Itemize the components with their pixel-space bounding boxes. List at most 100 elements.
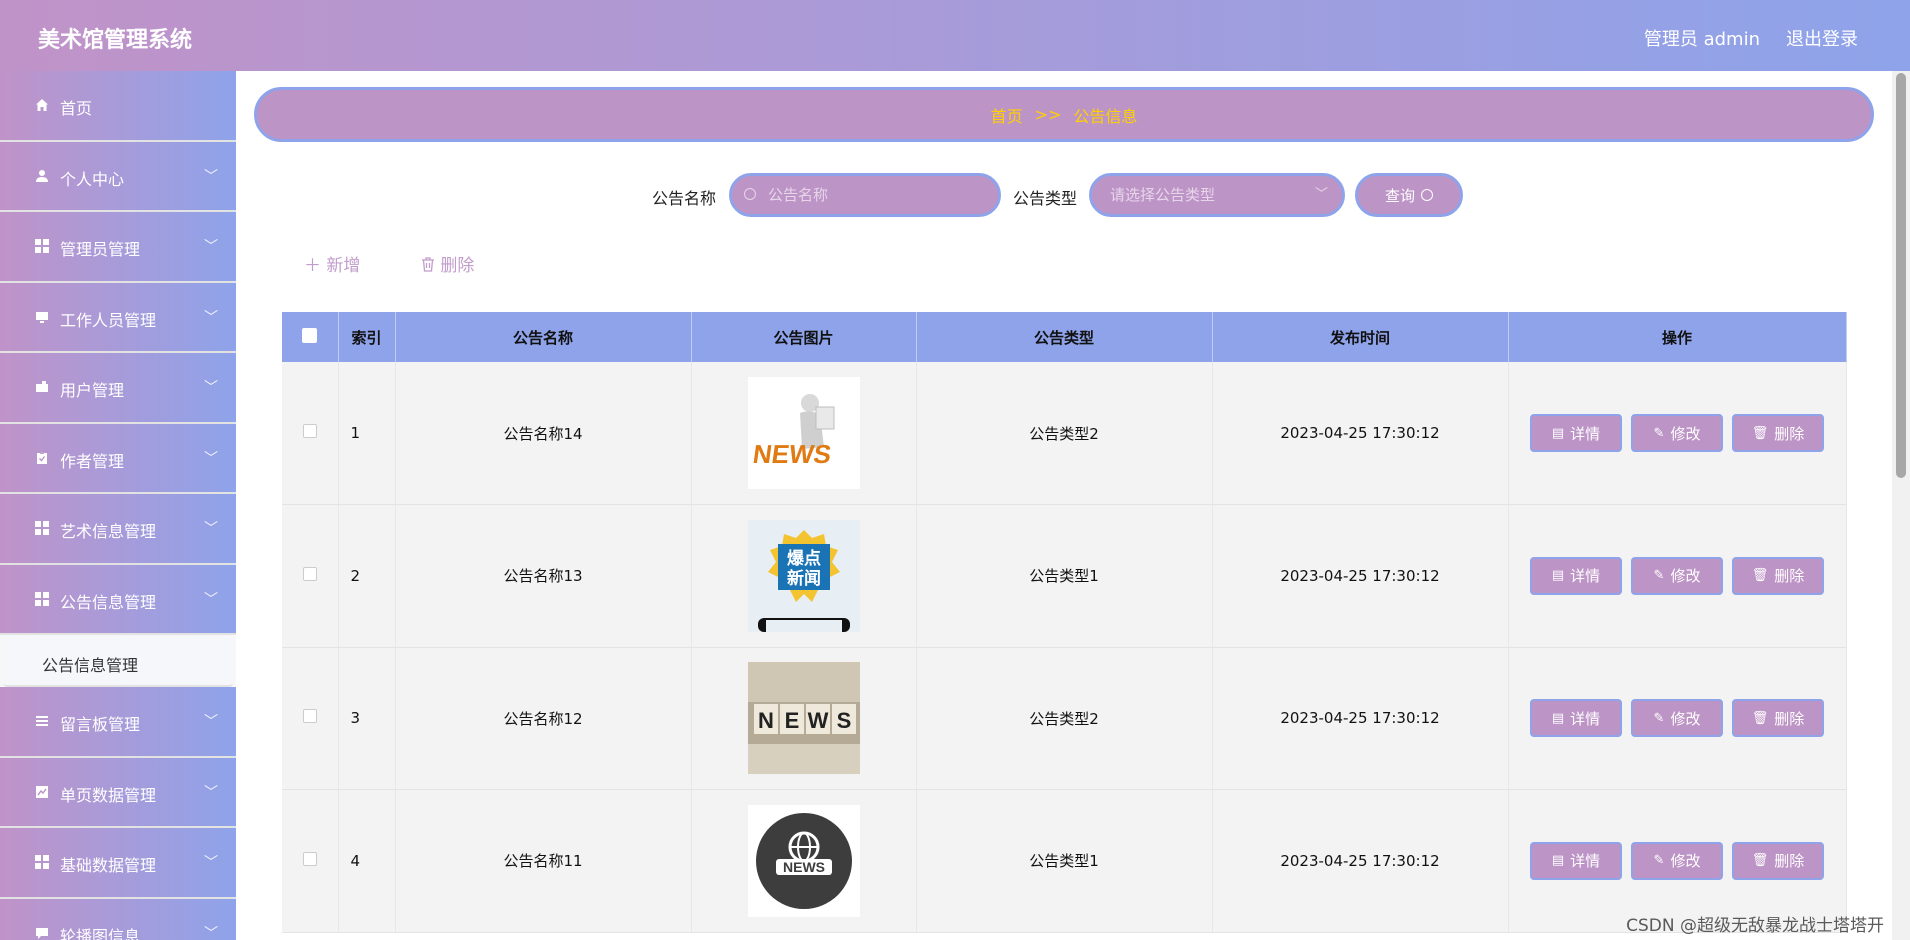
column-header-index: 索引: [338, 312, 396, 362]
row-publish-time: 2023-04-25 17:30:12: [1212, 647, 1509, 790]
svg-text:E: E: [784, 708, 799, 733]
row-notice-type: 公告类型1: [916, 504, 1213, 648]
grid-icon: [34, 591, 50, 607]
detail-button[interactable]: ▤ 详情: [1530, 841, 1622, 880]
row-notice-type: 公告类型2: [916, 362, 1213, 505]
notice-image-news-figure[interactable]: NEWS: [747, 377, 860, 489]
row-publish-time: 2023-04-25 17:30:12: [1212, 504, 1509, 648]
add-button[interactable]: ＋ 新增: [304, 251, 360, 276]
breadcrumb-home-link[interactable]: 首页: [991, 103, 1023, 127]
edit-button-label: 修改: [1670, 567, 1701, 586]
delete-button-label: 删除: [1774, 424, 1805, 443]
svg-text:NEWS: NEWS: [751, 439, 833, 469]
sidebar-item-art-info[interactable]: 艺术信息管理 ﹀: [0, 494, 236, 565]
delete-button[interactable]: 🗑 删除: [1732, 699, 1824, 738]
sidebar-subitem-notice-manage[interactable]: 公告信息管理: [3, 635, 233, 687]
edit-button[interactable]: ✎ 修改: [1631, 699, 1723, 738]
pencil-icon: ✎: [1653, 425, 1665, 441]
notice-image-news-globe[interactable]: NEWS: [747, 804, 860, 917]
delete-button[interactable]: 🗑 删除: [1732, 414, 1824, 452]
sidebar-item-label: 工作人员管理: [60, 310, 157, 330]
column-header-type: 公告类型: [916, 312, 1213, 362]
logout-link[interactable]: 退出登录: [1786, 25, 1858, 51]
bulk-delete-label: 删除: [440, 256, 475, 276]
trash-icon: 🗑: [1751, 710, 1769, 726]
chart-icon: [34, 784, 50, 800]
grid-icon: [34, 520, 50, 536]
bulk-delete-button[interactable]: 删除: [421, 251, 474, 276]
notice-type-select[interactable]: 请选择公告类型 ﹀: [1089, 173, 1345, 217]
column-header-time: 发布时间: [1212, 312, 1509, 362]
notice-name-input[interactable]: 公告名称: [729, 173, 1001, 217]
notice-name-placeholder: 公告名称: [768, 186, 829, 204]
sidebar-item-staff[interactable]: 工作人员管理 ﹀: [0, 282, 236, 353]
trash-icon: 🗑: [1751, 853, 1769, 869]
row-notice-type: 公告类型1: [916, 789, 1213, 933]
clipboard-icon: [34, 450, 50, 466]
row-checkbox[interactable]: [302, 424, 317, 438]
query-button-label: 查询: [1384, 186, 1415, 205]
chevron-down-icon: ﹀: [204, 714, 218, 730]
trash-icon: [422, 257, 434, 272]
select-all-checkbox[interactable]: [302, 327, 318, 343]
sidebar-item-users[interactable]: 用户管理 ﹀: [0, 353, 236, 424]
delete-button[interactable]: 🗑 删除: [1732, 841, 1824, 880]
sidebar-item-messages[interactable]: 留言板管理 ﹀: [0, 687, 236, 758]
sidebar-item-label: 基础数据管理: [60, 856, 157, 875]
edit-button[interactable]: ✎ 修改: [1631, 556, 1723, 595]
trash-icon: 🗑: [1751, 425, 1769, 441]
search-bar: 公告名称 公告名称 公告类型 请选择公告类型 ﹀ 查询: [236, 171, 1892, 217]
row-publish-time: 2023-04-25 17:30:12: [1212, 362, 1509, 505]
chevron-down-icon: ﹀: [1314, 187, 1328, 202]
sidebar-item-label: 作者管理: [60, 451, 125, 471]
detail-button[interactable]: ▤ 详情: [1530, 556, 1622, 595]
sidebar-item-profile[interactable]: 个人中心 ﹀: [0, 141, 236, 212]
sidebar-item-admins[interactable]: 管理员管理 ﹀: [0, 212, 236, 283]
sidebar-item-carousel[interactable]: 轮播图信息 ﹀: [0, 898, 236, 940]
breadcrumb: 首页 >> 公告信息: [254, 87, 1874, 142]
sidebar: 首页 个人中心 ﹀ 管理员管理 ﹀ 工作人员管理 ﹀ 用户管理 ﹀ 作者管理 ﹀…: [0, 71, 236, 940]
document-icon: ▤: [1551, 710, 1565, 726]
sidebar-subitem-label: 公告信息管理: [42, 656, 139, 675]
row-checkbox[interactable]: [302, 851, 317, 866]
detail-button[interactable]: ▤ 详情: [1530, 699, 1622, 738]
table-row: 4 公告名称11 NEWS 公告类型1 2023-04-25 17:30:12 …: [282, 789, 1847, 933]
row-checkbox[interactable]: [302, 566, 317, 581]
sidebar-item-single-page[interactable]: 单页数据管理 ﹀: [0, 757, 236, 828]
sidebar-item-label: 用户管理: [60, 381, 125, 400]
notice-image-news-blocks[interactable]: N E W S: [747, 662, 860, 775]
detail-button-label: 详情: [1570, 709, 1601, 728]
chevron-up-icon: ﹀: [204, 591, 218, 608]
sidebar-item-basic-data[interactable]: 基础数据管理 ﹀: [0, 828, 236, 899]
breadcrumb-separator: >>: [1034, 105, 1062, 124]
sidebar-item-home[interactable]: 首页: [0, 71, 236, 142]
edit-button[interactable]: ✎ 修改: [1631, 841, 1723, 880]
document-icon: ▤: [1551, 568, 1565, 584]
row-checkbox[interactable]: [302, 709, 317, 724]
row-notice-type: 公告类型2: [916, 647, 1213, 790]
pencil-icon: ✎: [1653, 853, 1665, 869]
delete-button-label: 删除: [1774, 567, 1805, 586]
row-notice-name: 公告名称13: [395, 504, 692, 648]
sidebar-item-notice[interactable]: 公告信息管理 ﹀: [0, 564, 236, 635]
delete-button[interactable]: 🗑 删除: [1732, 556, 1824, 595]
select-all-header[interactable]: [282, 312, 339, 362]
query-button[interactable]: 查询: [1355, 173, 1463, 217]
top-header: 美术馆管理系统 管理员 admin 退出登录: [0, 0, 1910, 71]
detail-button-label: 详情: [1570, 567, 1601, 586]
sidebar-item-label: 公告信息管理: [60, 592, 157, 612]
sidebar-item-authors[interactable]: 作者管理 ﹀: [0, 423, 236, 494]
chevron-down-icon: ﹀: [204, 855, 218, 871]
breadcrumb-current: 公告信息: [1073, 106, 1138, 126]
row-notice-name: 公告名称11: [395, 789, 692, 933]
document-icon: ▤: [1551, 425, 1565, 441]
row-index: 3: [338, 647, 396, 790]
sidebar-item-label: 单页数据管理: [60, 785, 157, 805]
scrollbar-thumb[interactable]: [1896, 73, 1906, 478]
search-icon: [744, 188, 756, 200]
edit-button[interactable]: ✎ 修改: [1631, 414, 1723, 452]
detail-button[interactable]: ▤ 详情: [1530, 414, 1622, 452]
chat-icon: [34, 925, 50, 940]
notice-image-breaking-news[interactable]: 爆点 新闻: [747, 519, 860, 632]
chevron-down-icon: ﹀: [204, 925, 218, 940]
